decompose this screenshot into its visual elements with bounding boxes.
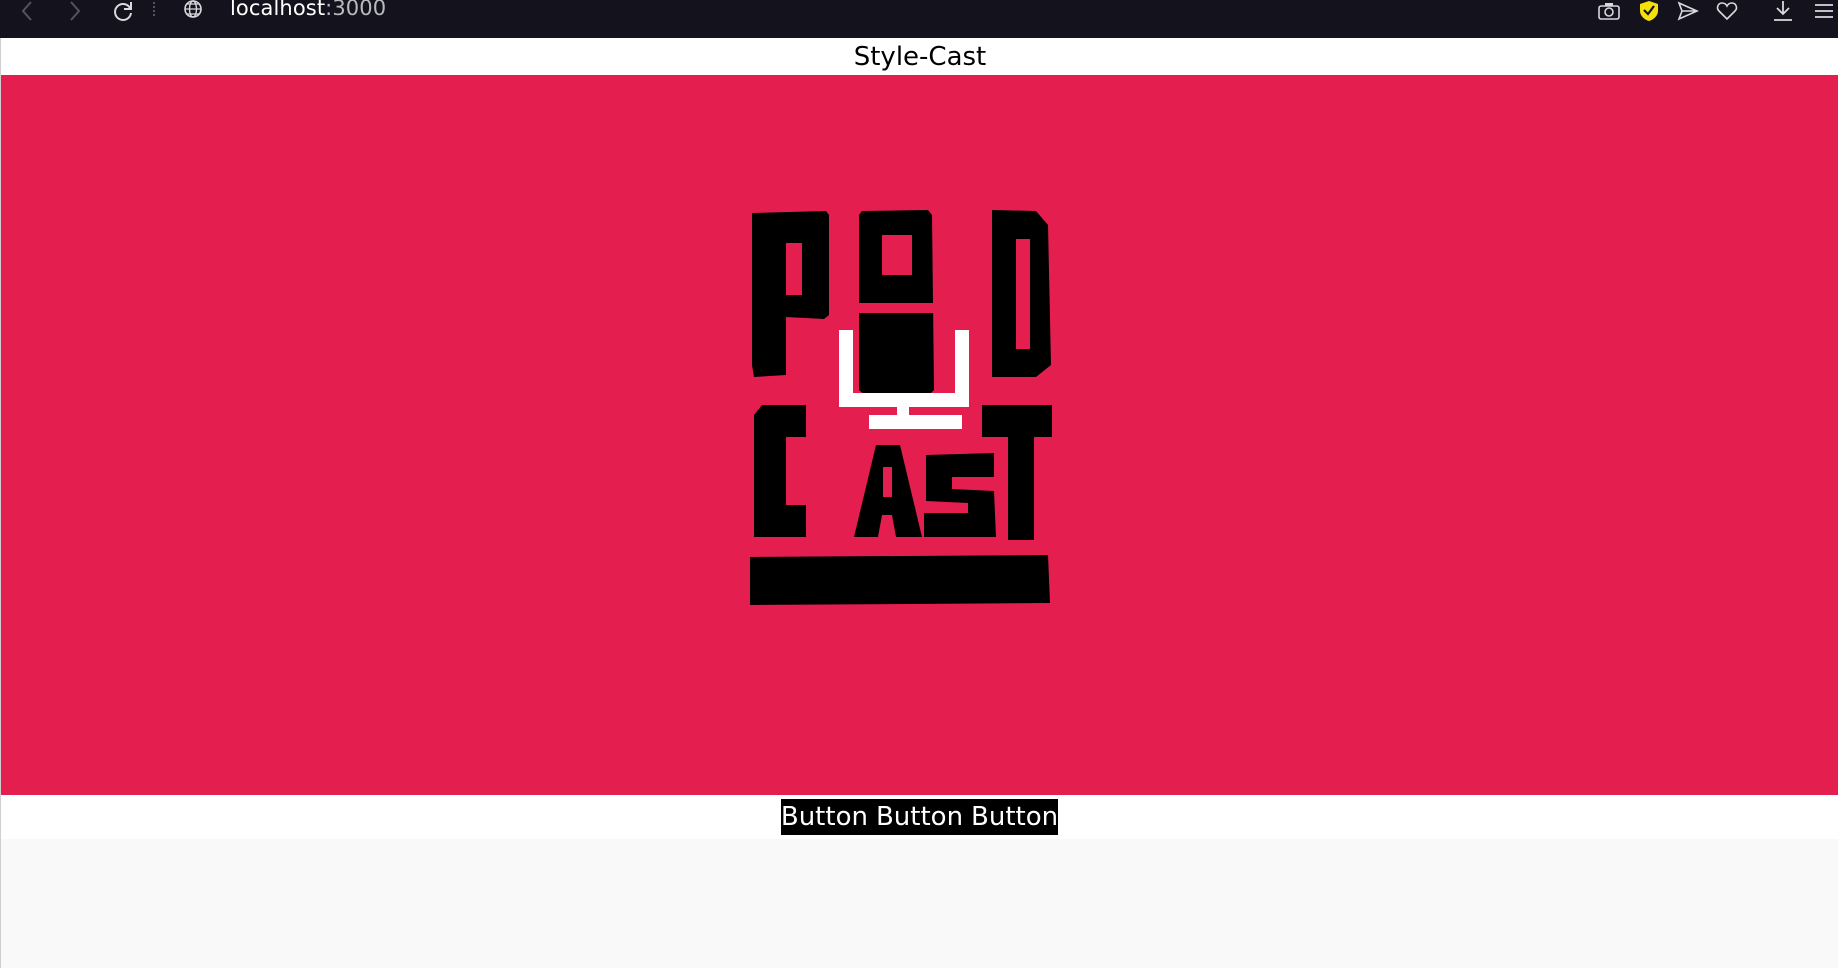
forward-icon[interactable] (62, 0, 88, 22)
send-icon[interactable] (1675, 0, 1701, 22)
page-bottom-area (0, 839, 1838, 968)
podcast-logo (750, 210, 1052, 605)
globe-icon (180, 0, 206, 22)
button-3[interactable]: Button (971, 799, 1059, 835)
address-bar[interactable]: localhost:3000 (230, 0, 386, 20)
browser-toolbar: localhost:3000 (0, 0, 1838, 38)
shield-icon[interactable] (1636, 0, 1662, 22)
toolbar-divider (153, 2, 157, 16)
url-port: :3000 (325, 0, 387, 20)
button-group: Button Button Button (780, 799, 1059, 835)
url-host: localhost (230, 0, 326, 20)
back-icon[interactable] (14, 0, 40, 22)
button-row: Button Button Button (0, 795, 1838, 839)
button-2[interactable]: Button (875, 799, 964, 835)
menu-icon[interactable] (1812, 0, 1836, 22)
heart-icon[interactable] (1714, 0, 1740, 22)
page-title: Style-Cast (853, 41, 987, 72)
page-header: Style-Cast (0, 38, 1838, 75)
download-icon[interactable] (1770, 0, 1796, 22)
hero-banner (0, 75, 1838, 795)
button-1[interactable]: Button (780, 799, 868, 835)
camera-icon[interactable] (1596, 0, 1622, 22)
reload-icon[interactable] (110, 0, 136, 22)
